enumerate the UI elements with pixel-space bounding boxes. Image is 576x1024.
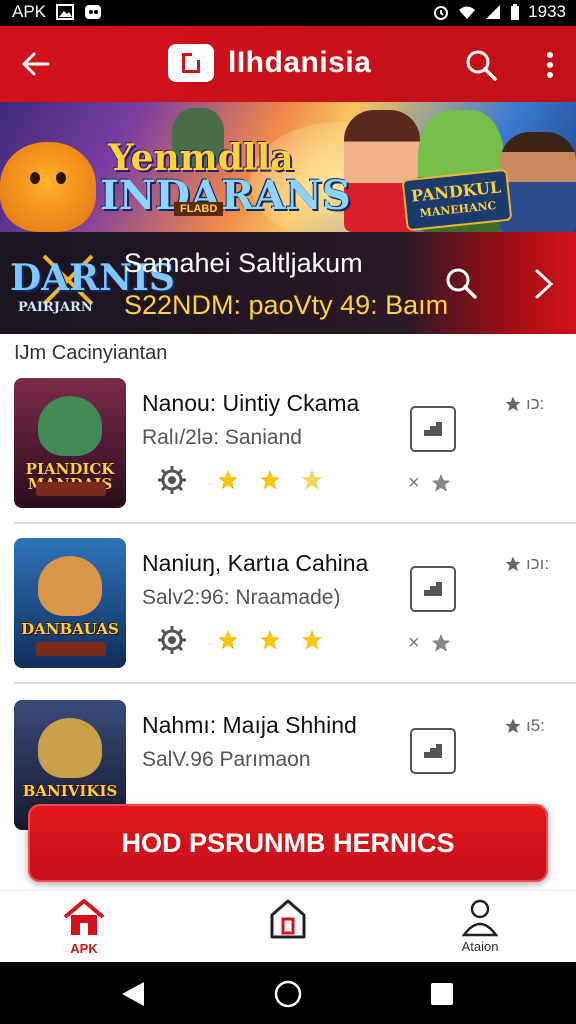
app-name: Nanou: Uintiy Ckama (142, 390, 360, 416)
back-arrow-icon[interactable] (20, 48, 52, 80)
app-title-group: lIhdanisia (168, 44, 371, 82)
clock: 1933 (528, 2, 566, 21)
featured-logo: DARNIS PAIRJARN (10, 250, 175, 320)
rating-value: ıכ: (526, 394, 545, 413)
featured-logo-bottom: PAIRJARN (18, 300, 93, 315)
chevron-right-icon[interactable] (532, 268, 556, 300)
nav-account[interactable]: Ataion (420, 897, 540, 961)
featured-strip[interactable]: DARNIS PAIRJARN Samahei Saltljakum S22ND… (0, 232, 576, 334)
thumbnail-text: DANBAUAS (21, 620, 119, 638)
signal-icon (486, 5, 501, 19)
more-options-icon[interactable] (540, 50, 560, 80)
nav-store[interactable] (228, 897, 348, 961)
star-icon (260, 470, 280, 490)
star-icon (218, 470, 238, 490)
store-icon (270, 899, 306, 939)
nav-back-icon[interactable] (120, 980, 146, 1008)
nav-home-label: APK (70, 941, 98, 956)
app-title: lIhdanisia (228, 46, 372, 79)
carrier-label: APK (12, 2, 47, 21)
close-icon[interactable]: × (408, 472, 420, 495)
gallery-icon (56, 4, 75, 20)
gear-icon (158, 626, 186, 654)
download-icon (424, 582, 442, 596)
app-logo (168, 44, 214, 82)
star-rating (216, 628, 324, 652)
banner-small-tag: FLABD (174, 202, 224, 216)
install-button[interactable] (410, 728, 456, 774)
download-icon (424, 422, 442, 436)
rating-badge: ı5: (504, 716, 545, 736)
divider (14, 682, 576, 684)
app-thumbnail[interactable]: DANBAUAS (14, 538, 126, 668)
star-rating (216, 468, 324, 492)
app-subtitle: Ralı/2lə: Saniand (142, 426, 302, 449)
rating-badge: ıכı: (504, 554, 549, 574)
featured-title: Samahei Saltljakum (124, 248, 363, 278)
install-button[interactable] (410, 566, 456, 612)
list-item[interactable]: PIANDICK MANDAIS Nanou: Uintiy Ckama Ral… (0, 372, 576, 534)
star-icon (302, 630, 322, 650)
alarm-icon (434, 6, 449, 20)
star-icon (260, 630, 280, 650)
download-icon (424, 744, 442, 758)
user-icon (461, 899, 499, 937)
app-name: Nahmı: Maıja Shhind (142, 712, 357, 738)
rating-star-icon (505, 556, 521, 572)
app-name: Naniuŋ, Kartıa Cahina (142, 550, 369, 576)
star-icon (302, 470, 322, 490)
notification-icon (85, 5, 102, 19)
favorite-star-icon[interactable] (430, 472, 452, 494)
install-button[interactable] (410, 406, 456, 452)
home-icon (63, 899, 105, 935)
nav-home-circle-icon[interactable] (274, 980, 302, 1008)
gear-icon (158, 466, 186, 494)
banner-badge: PANDKUL MANEHANC (401, 168, 513, 232)
banner-character-fox (0, 142, 96, 232)
nav-recents-icon[interactable] (430, 982, 454, 1006)
battery-icon (511, 4, 520, 20)
thumbnail-text: BANIVIKIS (22, 782, 118, 800)
bottom-nav: APK Ataion (0, 890, 576, 962)
banner-headline-top: Yenmdlla (108, 137, 294, 179)
system-nav-bar (0, 962, 576, 1024)
primary-cta-button[interactable]: HOD PSRUNMB HERNICS (28, 804, 548, 882)
wifi-icon (459, 6, 476, 19)
app-thumbnail[interactable]: PIANDICK MANDAIS (14, 378, 126, 508)
search-icon[interactable] (464, 48, 498, 82)
app-bar: lIhdanisia (0, 26, 576, 102)
rating-star-icon (505, 396, 521, 412)
star-icon (218, 630, 238, 650)
banner-headline-main: INDARANS (100, 172, 351, 219)
nav-account-label: Ataion (461, 939, 499, 954)
rating-value: ı5: (526, 716, 545, 735)
section-heading: IJm Cacinyiantan (14, 342, 168, 364)
app-subtitle: Salv2:96: Nraamade) (142, 586, 341, 609)
rating-badge: ıכ: (504, 394, 544, 414)
promo-banner[interactable]: Yenmdlla INDARANS FLABD PANDKUL MANEHANC (0, 102, 576, 232)
favorite-star-icon[interactable] (430, 632, 452, 654)
status-bar: APK 1933 (0, 0, 576, 26)
list-item[interactable]: DANBAUAS Naniuŋ, Kartıa Cahina Salv2:96:… (0, 532, 576, 694)
rating-star-icon (505, 718, 521, 734)
rating-value: ıכı: (526, 554, 550, 573)
nav-home[interactable]: APK (24, 897, 144, 961)
divider (14, 522, 576, 524)
close-icon[interactable]: × (408, 632, 420, 655)
app-subtitle: SalV.96 Parımaon (142, 748, 311, 771)
featured-subtitle: S22NDM: paoVty 49: Baım (124, 290, 449, 320)
featured-search-icon[interactable] (444, 266, 478, 300)
